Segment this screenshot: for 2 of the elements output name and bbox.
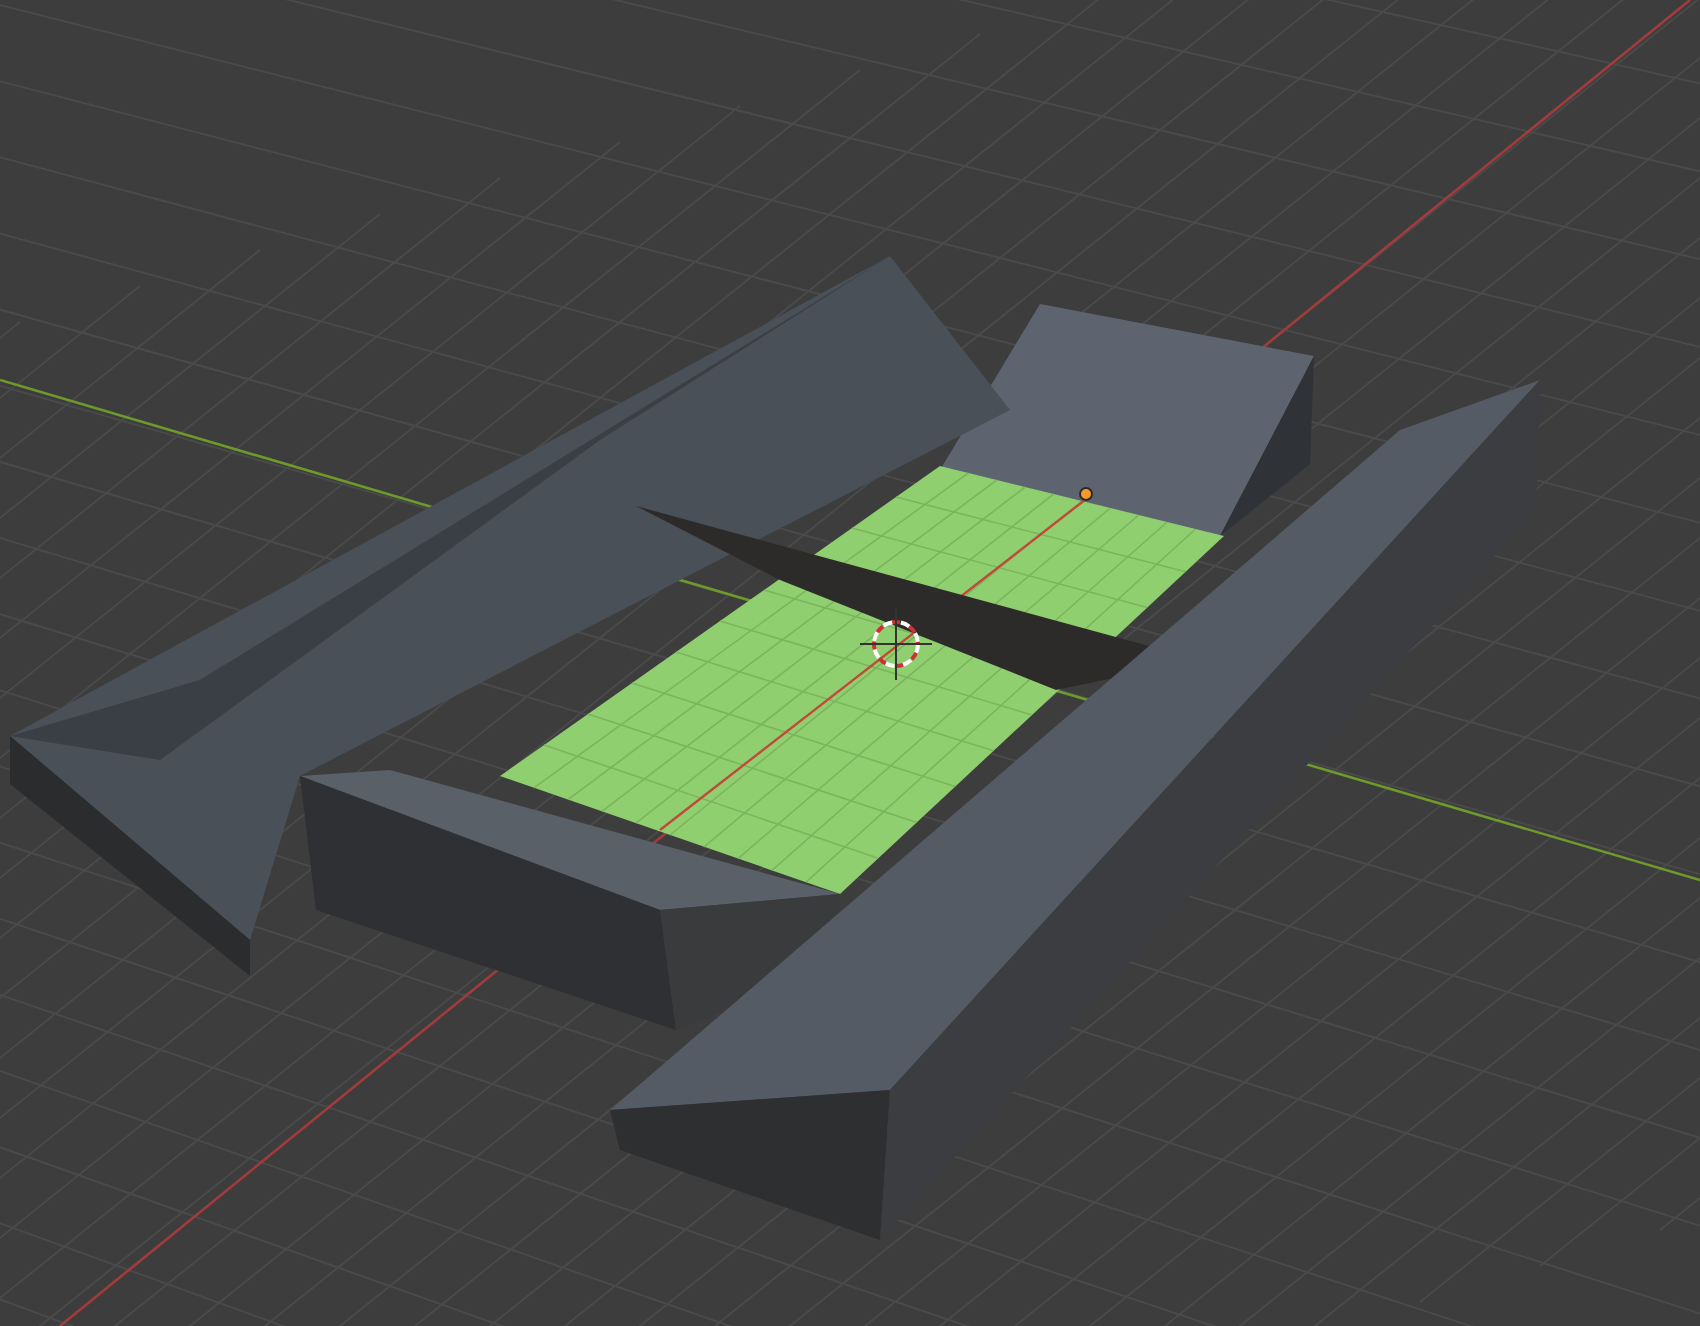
3d-cursor-icon [859, 607, 933, 681]
origin-dot [1079, 487, 1093, 501]
